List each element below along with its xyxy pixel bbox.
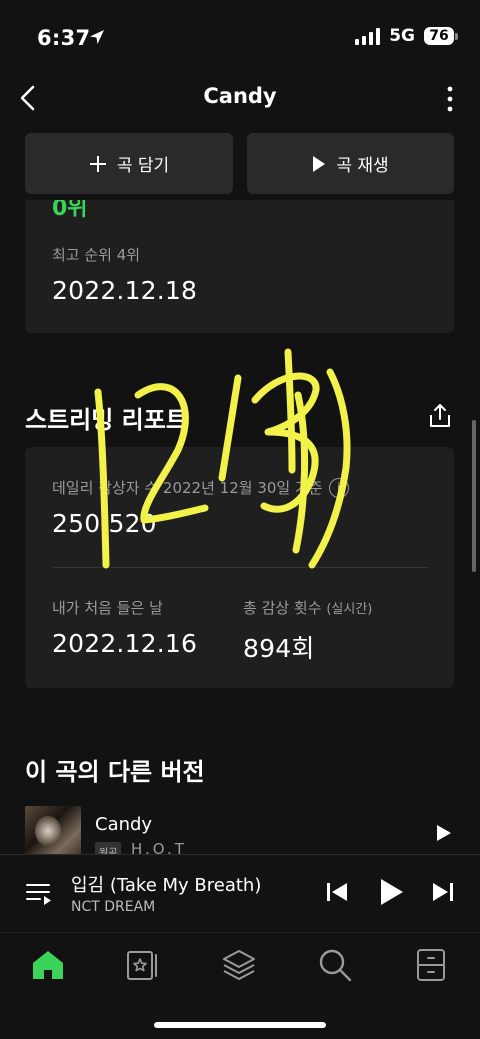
share-icon[interactable] [426, 402, 454, 430]
mini-player[interactable]: 입김 (Take My Breath) NCT DREAM [0, 854, 480, 932]
peak-rank-date: 2022.12.18 [52, 276, 198, 305]
other-versions-title: 이 곡의 다른 버전 [25, 758, 205, 786]
add-song-label: 곡 담기 [116, 156, 170, 176]
library-card-icon[interactable] [125, 947, 161, 983]
more-vertical-icon[interactable] [440, 82, 460, 114]
play-icon[interactable] [379, 877, 405, 907]
total-plays-value: 894회 [243, 634, 315, 663]
info-icon[interactable]: i [328, 477, 349, 498]
play-icon[interactable] [436, 824, 452, 842]
total-plays-label: 총 감상 횟수 (실시간) [243, 599, 373, 617]
chart-rank-card: 0위 최고 순위 4위 2022.12.18 [25, 200, 454, 333]
now-playing-title: 입김 (Take My Breath) [71, 875, 262, 896]
streaming-report-title: 스트리밍 리포트 [25, 406, 188, 434]
first-listen-value: 2022.12.16 [52, 629, 198, 658]
add-song-button[interactable]: 곡 담기 [25, 133, 233, 194]
version-artist: H.O.T [131, 840, 187, 854]
peak-rank-label: 최고 순위 4위 [52, 246, 141, 264]
status-indicators: 5G 76 [355, 26, 458, 46]
layers-icon[interactable] [221, 947, 257, 983]
top-navbar: Candy [0, 76, 480, 120]
daily-listeners-label: 데일리 감상자 수 2022년 12월 30일 기준 i [52, 477, 349, 498]
original-badge: 원곡 [95, 842, 122, 854]
scrollbar[interactable] [472, 420, 476, 572]
signal-strength-icon [355, 27, 381, 45]
version-title: Candy [95, 814, 153, 835]
plus-icon [89, 155, 106, 172]
queue-icon[interactable] [25, 881, 53, 907]
play-song-label: 곡 재생 [336, 156, 389, 176]
daily-listeners-value: 250,520 [52, 509, 157, 538]
status-bar: 6:37 5G 76 [0, 0, 480, 76]
home-indicator [154, 1022, 326, 1028]
page-title: Candy [203, 84, 277, 108]
streaming-report-card: 데일리 감상자 수 2022년 12월 30일 기준 i 250,520 내가 … [25, 447, 454, 688]
skip-previous-icon[interactable] [326, 881, 348, 903]
home-icon[interactable] [30, 947, 66, 983]
skip-next-icon[interactable] [432, 881, 454, 903]
drawer-icon[interactable] [413, 947, 449, 983]
first-listen-label: 내가 처음 들은 날 [52, 599, 163, 617]
play-icon [313, 155, 326, 172]
divider [52, 567, 429, 568]
now-playing-artist: NCT DREAM [71, 899, 156, 915]
status-time: 6:37 [37, 26, 91, 50]
network-type: 5G [389, 26, 415, 46]
search-icon[interactable] [317, 947, 353, 983]
battery-level: 76 [424, 27, 454, 45]
total-plays-sublabel: (실시간) [326, 602, 373, 617]
album-art [25, 806, 81, 854]
list-item[interactable]: Candy 원곡 H.O.T [25, 806, 455, 854]
current-rank: 0위 [52, 200, 88, 221]
play-song-button[interactable]: 곡 재생 [247, 133, 454, 194]
battery-icon: 76 [424, 27, 458, 45]
location-arrow-icon [90, 30, 104, 44]
